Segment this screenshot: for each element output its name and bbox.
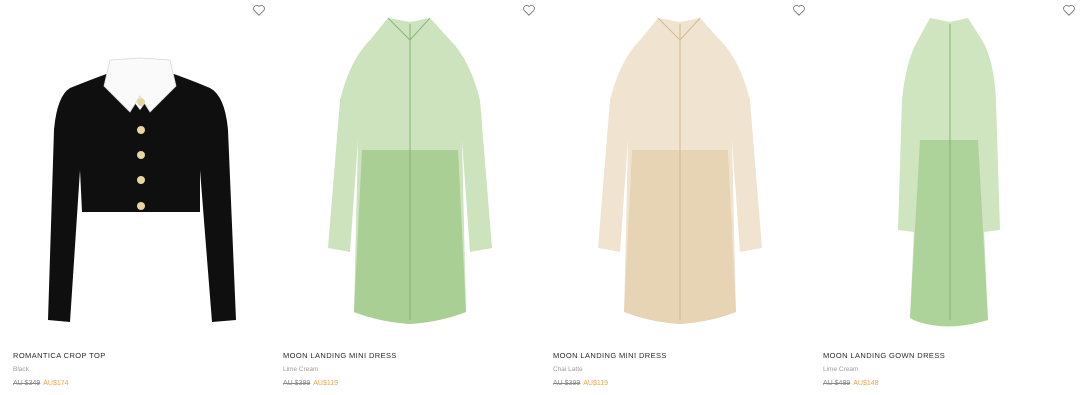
original-price: AU $399 — [553, 380, 581, 387]
product-card[interactable]: MOON LANDING GOWN DRESS Lime Cream AU $4… — [810, 0, 1080, 395]
wishlist-heart-icon[interactable] — [522, 3, 536, 17]
original-price: AU $499 — [823, 380, 851, 387]
product-info: ROMANTICA CROP TOP Black AU $349 AU$174 — [13, 350, 263, 389]
product-price: AU $499 AU$148 — [823, 379, 1073, 389]
product-colour: Chai Latte — [553, 366, 583, 373]
product-name[interactable]: MOON LANDING GOWN DRESS — [823, 350, 1073, 361]
product-info: MOON LANDING MINI DRESS Chai Latte AU $3… — [553, 350, 803, 389]
product-info: MOON LANDING GOWN DRESS Lime Cream AU $4… — [823, 350, 1073, 389]
wishlist-heart-icon[interactable] — [792, 3, 806, 17]
wishlist-heart-icon[interactable] — [252, 3, 266, 17]
product-price: AU $349 AU$174 — [13, 379, 263, 389]
sale-price: AU$119 — [583, 380, 609, 387]
sale-price: AU$119 — [313, 380, 339, 387]
original-price: AU $349 — [13, 380, 41, 387]
product-image[interactable] — [540, 0, 810, 335]
product-colour: Lime Cream — [823, 366, 859, 373]
product-price: AU $399 AU$119 — [553, 379, 803, 389]
product-colour: Lime Cream — [283, 366, 319, 373]
sale-price: AU$148 — [853, 380, 879, 387]
product-image[interactable] — [270, 0, 540, 335]
original-price: AU $399 — [283, 380, 311, 387]
sale-price: AU$174 — [43, 380, 69, 387]
wishlist-heart-icon[interactable] — [1062, 3, 1076, 17]
product-card[interactable]: MOON LANDING MINI DRESS Chai Latte AU $3… — [540, 0, 810, 395]
product-card[interactable]: ROMANTICA CROP TOP Black AU $349 AU$174 — [0, 0, 270, 395]
product-grid: ROMANTICA CROP TOP Black AU $349 AU$174 M… — [0, 0, 1080, 395]
product-info: MOON LANDING MINI DRESS Lime Cream AU $3… — [283, 350, 533, 389]
product-colour: Black — [13, 366, 29, 373]
product-image[interactable] — [0, 0, 270, 335]
product-image[interactable] — [810, 0, 1080, 335]
product-name[interactable]: MOON LANDING MINI DRESS — [283, 350, 533, 361]
product-card[interactable]: MOON LANDING MINI DRESS Lime Cream AU $3… — [270, 0, 540, 395]
product-price: AU $399 AU$119 — [283, 379, 533, 389]
product-name[interactable]: MOON LANDING MINI DRESS — [553, 350, 803, 361]
product-name[interactable]: ROMANTICA CROP TOP — [13, 350, 263, 361]
